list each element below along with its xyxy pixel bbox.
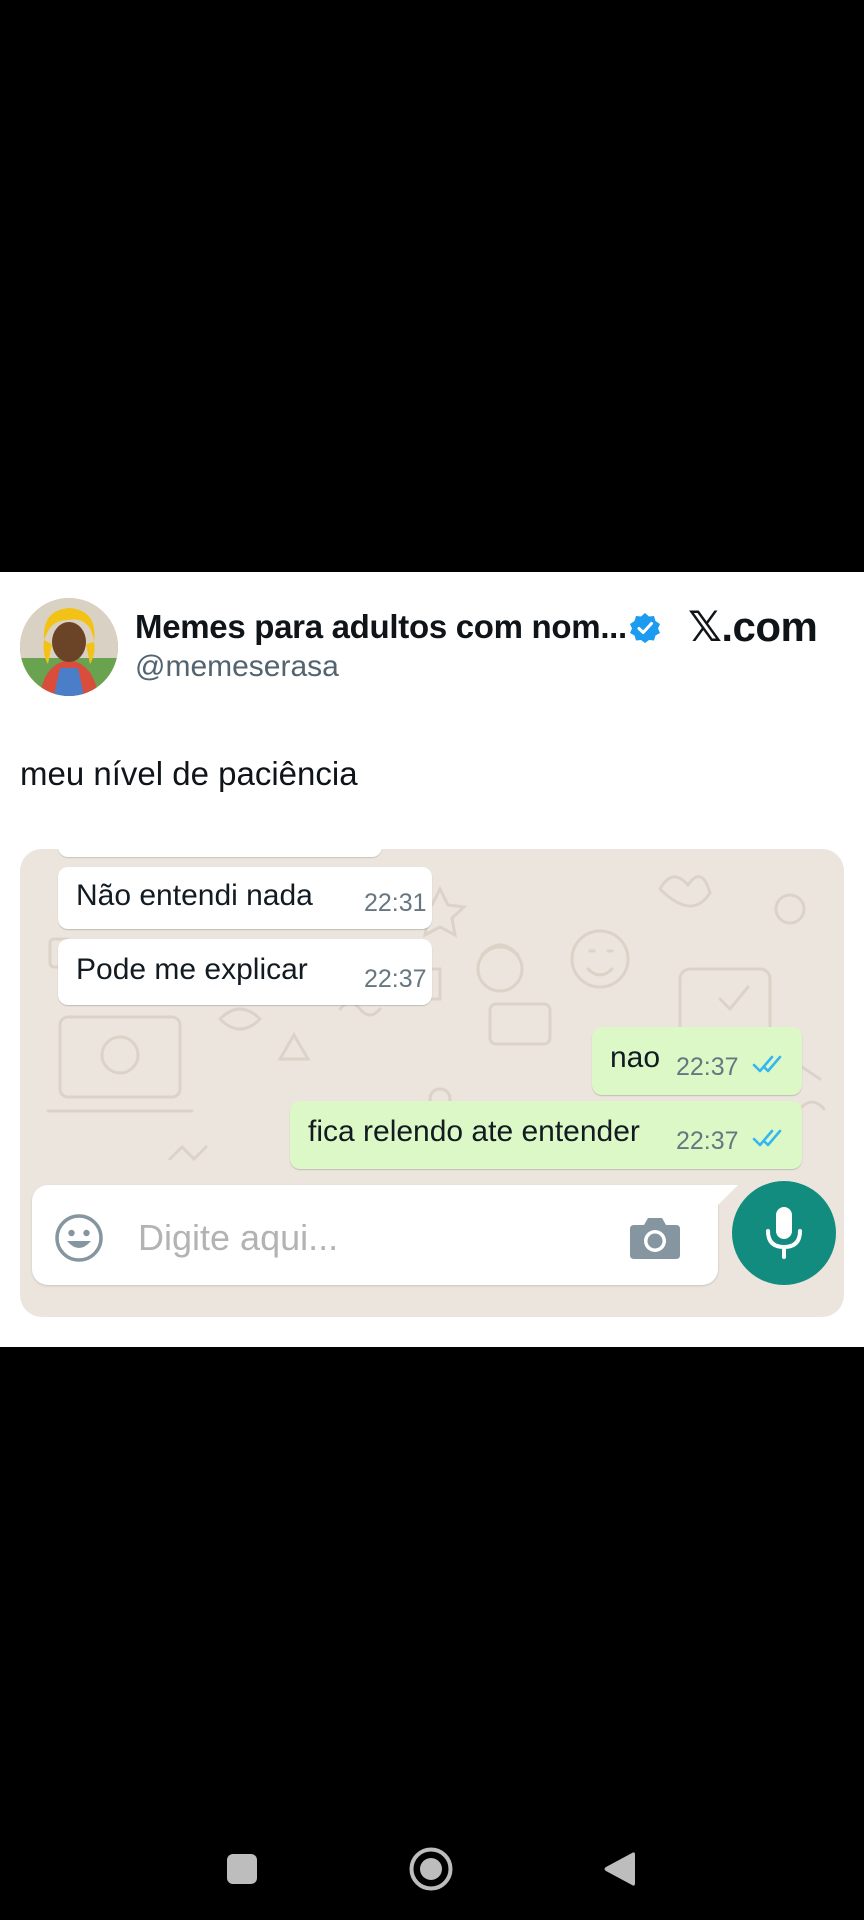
avatar-image (20, 598, 118, 696)
read-receipt-icon (752, 1055, 782, 1073)
author-handle[interactable]: @memeserasa (135, 650, 339, 684)
screen: Memes para adultos com nom... 𝕏.com @mem… (0, 0, 864, 1920)
voice-message-button[interactable] (732, 1181, 836, 1285)
read-receipt-icon (752, 1129, 782, 1147)
mic-icon (766, 1207, 802, 1259)
recents-icon[interactable] (227, 1854, 257, 1884)
home-icon[interactable] (408, 1846, 454, 1892)
verified-badge-icon (630, 613, 660, 643)
message-text: nao (610, 1041, 661, 1074)
message-text: fica relendo ate entender (308, 1115, 640, 1148)
input-bar-tail (716, 1185, 738, 1207)
message-bubble-incoming[interactable]: Pode me explicar 22:37 (58, 939, 432, 1005)
message-time: 22:37 (676, 1127, 739, 1155)
avatar[interactable] (20, 598, 118, 696)
emoji-icon[interactable] (54, 1213, 104, 1263)
author-name[interactable]: Memes para adultos com nom... (135, 608, 627, 646)
tweet-card: Memes para adultos com nom... 𝕏.com @mem… (0, 572, 864, 1347)
chat-screenshot: Não entendi nada 22:31 Pode me explicar … (20, 849, 844, 1317)
partial-previous-bubble (58, 849, 382, 857)
x-logo-suffix: .com (721, 603, 818, 650)
message-bubble-outgoing[interactable]: nao 22:37 (592, 1027, 802, 1095)
message-bubble-incoming[interactable]: Não entendi nada 22:31 (58, 867, 432, 929)
x-com-logo: 𝕏.com (688, 602, 818, 651)
message-time: 22:31 (364, 889, 427, 917)
message-input-bar[interactable]: Digite aqui... (32, 1185, 718, 1285)
x-logo-letter: 𝕏 (688, 602, 722, 651)
tweet-text: meu nível de paciência (20, 755, 358, 792)
message-time: 22:37 (364, 965, 427, 993)
message-bubble-outgoing[interactable]: fica relendo ate entender 22:37 (290, 1101, 802, 1169)
message-text: Não entendi nada (76, 879, 313, 912)
message-time: 22:37 (676, 1053, 739, 1081)
back-icon[interactable] (602, 1850, 636, 1888)
camera-icon[interactable] (628, 1215, 682, 1261)
system-navigation-bar (0, 1820, 864, 1920)
message-text: Pode me explicar (76, 953, 308, 986)
message-input-placeholder[interactable]: Digite aqui... (138, 1217, 338, 1259)
